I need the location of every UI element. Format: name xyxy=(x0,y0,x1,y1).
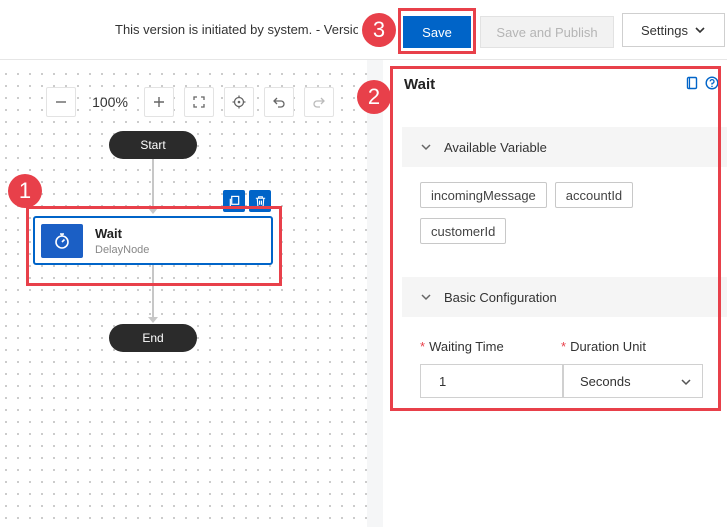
fit-screen-icon xyxy=(193,96,205,108)
callout-box-save xyxy=(398,8,476,54)
callout-box-panel xyxy=(390,66,721,411)
version-info-text: This version is initiated by system. - V… xyxy=(115,22,358,37)
settings-label: Settings xyxy=(641,22,688,38)
zoom-in-button[interactable] xyxy=(144,87,174,117)
minus-icon xyxy=(56,101,66,103)
undo-button[interactable] xyxy=(264,87,294,117)
end-node[interactable]: End xyxy=(109,324,197,352)
undo-icon xyxy=(273,97,285,108)
locate-icon xyxy=(232,95,246,109)
chevron-down-icon xyxy=(695,27,705,34)
fit-view-button[interactable] xyxy=(184,87,214,117)
save-and-publish-button[interactable]: Save and Publish xyxy=(480,16,614,48)
connector-start-wait xyxy=(152,159,154,209)
redo-icon xyxy=(313,97,325,108)
callout-number-1: 1 xyxy=(8,174,42,208)
redo-button[interactable] xyxy=(304,87,334,117)
callout-number-2: 2 xyxy=(357,80,391,114)
callout-box-wait-node xyxy=(26,206,282,286)
center-view-button[interactable] xyxy=(224,87,254,117)
zoom-level: 100% xyxy=(92,94,128,110)
start-node[interactable]: Start xyxy=(109,131,197,159)
panel-divider xyxy=(367,60,383,527)
callout-number-3: 3 xyxy=(362,13,396,47)
plus-icon xyxy=(154,97,164,107)
settings-button[interactable]: Settings xyxy=(622,13,725,47)
zoom-toolbar: 100% xyxy=(46,86,334,118)
arrow-head xyxy=(148,317,158,323)
zoom-out-button[interactable] xyxy=(46,87,76,117)
